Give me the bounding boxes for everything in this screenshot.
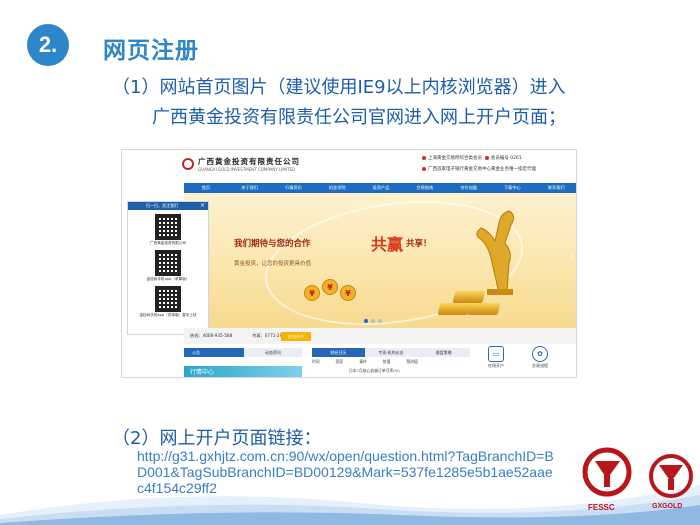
website-screenshot: 广西黄金投资有限责任公司 GUANGXI GOLD INVESTMENT COM… [121, 149, 577, 378]
gear-icon: ✿ [532, 346, 548, 362]
open-account-url-link[interactable]: http://g31.gxhjtz.com.cn:90/wx/open/ques… [137, 448, 557, 496]
header-info-2: 广西首家电子银行黄金交易中心黄金业务唯一指定代理 [422, 166, 536, 172]
company-logo-icon [182, 158, 194, 170]
fessc-logo-icon [582, 447, 632, 497]
qr-code-icon [155, 214, 181, 240]
finance-tabs: 财经日历 专家·机构论金 操盘策略 [312, 348, 471, 357]
site-content: 公告 动态资讯 行情中心 财经日历 专家·机构论金 操盘策略 时间 国家 事件 … [184, 344, 576, 377]
banner-headline-end: 共享！ [406, 239, 432, 249]
nav-item[interactable]: 交易指南 [403, 183, 447, 193]
tab-news[interactable]: 动态资讯 [244, 348, 302, 357]
step1-text: （1）网站首页图片（建议使用IE9以上内核浏览器）进入 广西黄金投资有限责任公司… [112, 73, 566, 133]
slide-number: 2. [27, 24, 69, 66]
trade-flow-link[interactable]: ✿ 交易流程 [522, 346, 558, 369]
qr-caption: 金桂树手机app（安卓版）暂未上线 [139, 313, 197, 317]
qr-caption: 金桂树手机app（苹果版） [146, 277, 190, 281]
table-header: 时间 国家 事件 前值 预测值 [312, 359, 418, 365]
pager-dot[interactable] [378, 319, 382, 323]
nav-item[interactable]: 关于我们 [228, 183, 272, 193]
step1-line2: 广西黄金投资有限责任公司官网进入网上开户页面； [152, 107, 566, 128]
tab-strategy[interactable]: 操盘策略 [417, 348, 471, 357]
banner-subtitle: 黄金投资，让您的投资更具价值 [234, 261, 312, 267]
qr-code-icon [155, 286, 181, 312]
tab-experts[interactable]: 专家·机构论金 [364, 348, 418, 357]
site-nav: 首页 关于我们 行情资讯 机金学院 投资产品 交易指南 合作加盟 下载中心 联系… [184, 183, 576, 193]
qr-code-icon [155, 250, 181, 276]
tab-notice[interactable]: 公告 [184, 348, 244, 357]
company-name-cn: 广西黄金投资有限责任公司 [198, 157, 300, 166]
col-event: 事件 [359, 359, 367, 364]
slide-title: 网页注册 [103, 38, 199, 64]
qr-title-text: 扫一扫，关注我们 [146, 203, 178, 208]
gold-bar-icon [467, 303, 501, 315]
banner-highlight: 共赢 [371, 235, 404, 254]
step1-line1: （1）网站首页图片（建议使用IE9以上内核浏览器）进入 [112, 77, 566, 98]
coin-icon: ¥ [304, 285, 320, 301]
golden-statue-icon [476, 210, 515, 295]
monitor-icon: ▭ [488, 346, 504, 362]
fessc-logo-text: FESSC [588, 503, 615, 512]
qr-panel: 扫一扫，关注我们 × 广西黄金投资有限公司 金桂树手机app（苹果版） 金桂树手机… [127, 201, 209, 335]
online-open-account-link[interactable]: ▭ 在线开户 [478, 346, 514, 369]
coin-icon: ¥ [340, 285, 356, 301]
hotline-text: 热线：4008-935-588 [190, 333, 233, 338]
qr-caption: 广西黄金投资有限公司 [150, 241, 186, 245]
pager-dot[interactable] [371, 319, 375, 323]
table-row: 日本7月核心机械订单月率(%) [349, 368, 400, 374]
company-name-en: GUANGXI GOLD INVESTMENT COMPANY LIMITED [198, 167, 296, 172]
gxgold-logo-icon [649, 454, 693, 498]
header-info-1: 上海黄金交易所综合类会员 会员编号 0261 [422, 155, 522, 161]
info2-text: 广西首家电子银行黄金交易中心黄金业务唯一指定代理 [428, 167, 536, 172]
nav-item[interactable]: 下载中心 [490, 183, 534, 193]
info1-text: 上海黄金交易所综合类会员 [428, 156, 482, 161]
step2-label: （2）网上开户页面链接： [112, 428, 322, 449]
info1b-text: 会员编号 0261 [490, 156, 522, 161]
gxgold-logo-text: GXGOLD [652, 503, 683, 510]
coin-icon: ¥ [322, 279, 338, 295]
nav-item[interactable]: 合作加盟 [447, 183, 491, 193]
open-account-button[interactable]: 在线开户 [281, 332, 311, 341]
tab-calendar[interactable]: 财经日历 [312, 348, 365, 357]
event-text: 日本7月核心机械订单月率(%) [349, 368, 400, 373]
nav-item[interactable]: 机金学院 [315, 183, 359, 193]
col-forecast: 预测值 [406, 359, 418, 364]
nav-item[interactable]: 首页 [184, 183, 228, 193]
pager-dot[interactable] [364, 319, 368, 323]
col-time: 时间 [312, 359, 320, 364]
qr-panel-title: 扫一扫，关注我们 × [128, 202, 208, 210]
hotline-bar: 热线：4008-935-588 传真：0771-2977 [184, 328, 576, 344]
hero-banner[interactable]: 我们期待与您的合作 共赢 共享！ 黄金投资，让您的投资更具价值 ¥ ¥ ¥ ‹ … [184, 193, 576, 328]
info-dot-icon [484, 155, 489, 160]
nav-item[interactable]: 联系我们 [534, 183, 576, 193]
gold-bar-icon [437, 303, 471, 315]
col-country: 国家 [335, 359, 344, 364]
close-icon[interactable]: × [200, 202, 205, 210]
banner-headline: 我们期待与您的合作 [234, 239, 311, 249]
col-prev: 前值 [382, 359, 391, 364]
icon2-label: 交易流程 [532, 363, 548, 368]
banner-next-icon[interactable]: › [570, 251, 574, 262]
site-header: 广西黄金投资有限责任公司 GUANGXI GOLD INVESTMENT COM… [122, 150, 576, 182]
market-center-link[interactable]: 行情中心 [184, 366, 302, 377]
icon1-label: 在线开户 [488, 363, 504, 368]
nav-item[interactable]: 投资产品 [359, 183, 403, 193]
info-dot-icon [422, 155, 426, 160]
nav-item[interactable]: 行情资讯 [272, 183, 316, 193]
info-dot-icon [422, 166, 426, 171]
banner-pager [364, 319, 382, 323]
